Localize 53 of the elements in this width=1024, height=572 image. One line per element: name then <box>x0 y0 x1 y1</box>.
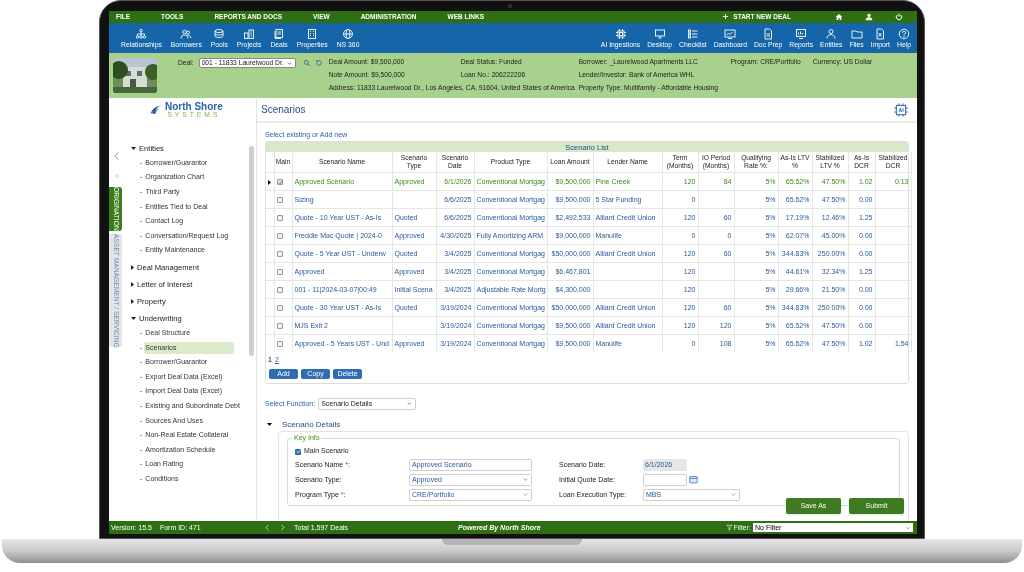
previous-icon <box>264 524 271 531</box>
checkbox[interactable] <box>276 178 283 185</box>
checkbox[interactable] <box>276 214 283 221</box>
people-icon <box>180 27 193 40</box>
home-icon <box>835 13 843 21</box>
folder-icon <box>850 27 863 40</box>
checkbox[interactable] <box>276 322 283 329</box>
checklist-icon <box>686 27 699 40</box>
checkbox[interactable] <box>276 304 283 311</box>
report-icon <box>795 27 808 40</box>
logo-name: North Shore <box>165 102 223 112</box>
checkbox[interactable] <box>276 196 283 203</box>
refresh-icon <box>314 59 323 67</box>
chart-icon <box>724 27 737 40</box>
checkbox[interactable] <box>276 232 283 239</box>
chevron-down-icon <box>406 400 414 408</box>
org-chart-icon <box>135 27 148 40</box>
coins-icon <box>213 27 226 40</box>
checkbox[interactable] <box>276 268 283 275</box>
collapsed-caret-icon <box>268 179 272 185</box>
check-icon <box>277 179 283 185</box>
user-icon <box>865 13 873 21</box>
filter-icon <box>725 524 733 531</box>
person-icon <box>825 27 838 40</box>
chip-icon <box>893 101 909 118</box>
checkbox[interactable] <box>276 341 283 348</box>
chip-icon <box>614 27 627 40</box>
chevron-down-icon <box>285 59 293 67</box>
scrollbar-thumb[interactable] <box>249 146 254 356</box>
building-icon <box>306 27 319 40</box>
section-title[interactable]: Scenario Details <box>282 419 341 430</box>
buildings-icon <box>243 27 256 40</box>
checkbox[interactable] <box>276 286 283 293</box>
power-icon <box>895 13 903 21</box>
date-field[interactable] <box>643 473 687 486</box>
document-icon <box>762 27 775 40</box>
camera-icon <box>508 4 512 8</box>
page-title: Scenarios <box>261 103 306 116</box>
collapse-chevron-icon <box>112 150 122 162</box>
help-icon <box>898 27 910 40</box>
chevron-down-icon <box>730 491 737 499</box>
search-icon <box>302 59 311 67</box>
chevron-down-icon <box>905 524 911 531</box>
next-icon <box>279 524 286 531</box>
calendar-icon <box>689 475 698 485</box>
checkbox[interactable] <box>276 250 283 257</box>
monitor-icon <box>653 27 666 40</box>
double-chevron-icon <box>114 173 120 179</box>
documents-icon <box>273 27 286 40</box>
globe-icon <box>342 27 355 40</box>
check-icon <box>295 449 301 455</box>
plus-icon <box>722 13 730 21</box>
file-icon <box>874 27 887 40</box>
